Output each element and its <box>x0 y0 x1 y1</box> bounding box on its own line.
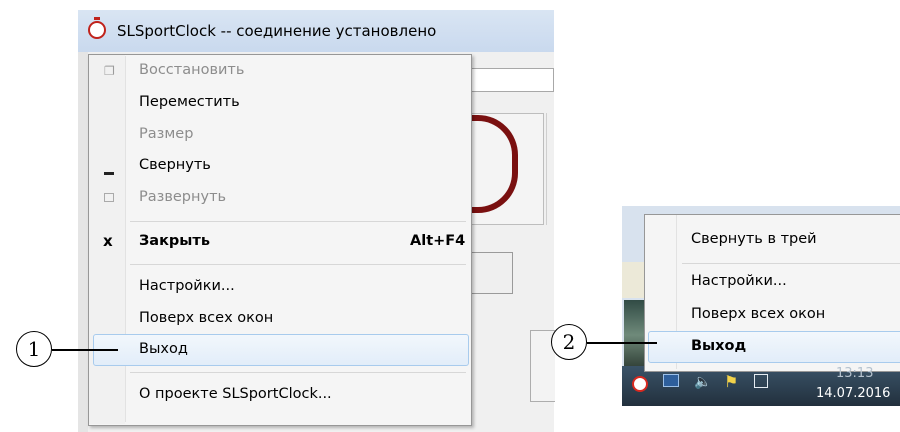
divider <box>546 113 547 225</box>
network-icon[interactable] <box>754 374 768 388</box>
monitor-icon[interactable] <box>663 374 679 387</box>
window-edge <box>78 52 88 432</box>
menu-item-close[interactable]: Закрыть <box>139 233 210 249</box>
menu-separator <box>130 264 466 265</box>
taskbar-time[interactable]: 13:13 <box>836 366 873 381</box>
divider <box>125 56 126 422</box>
menu-separator <box>682 263 900 264</box>
minimize-icon <box>104 172 114 175</box>
callout-line <box>587 342 657 344</box>
speaker-icon[interactable]: 🔈 <box>694 374 711 390</box>
taskbar-date[interactable]: 14.07.2016 <box>816 386 890 401</box>
text-field[interactable] <box>466 68 554 92</box>
stopwatch-icon[interactable] <box>632 376 648 392</box>
tray-item-minimize-to-tray[interactable]: Свернуть в трей <box>691 231 817 247</box>
tray-item-always-on-top[interactable]: Поверх всех окон <box>691 306 825 322</box>
menu-item-move[interactable]: Переместить <box>139 94 240 110</box>
callout-2: 2 <box>551 324 587 360</box>
window-title: SLSportClock -- соединение установлено <box>117 22 437 40</box>
menu-separator <box>130 372 466 373</box>
window-fragment <box>622 262 646 298</box>
callout-line <box>52 349 118 351</box>
menu-item-maximize[interactable]: Развернуть <box>139 189 226 205</box>
menu-separator <box>130 221 466 222</box>
tray-item-exit[interactable]: Выход <box>691 338 746 354</box>
menu-item-size[interactable]: Размер <box>139 126 193 142</box>
window-titlebar[interactable]: SLSportClock -- соединение установлено <box>78 10 554 52</box>
tray-item-settings[interactable]: Настройки... <box>691 273 787 289</box>
menu-item-minimize[interactable]: Свернуть <box>139 157 211 173</box>
window-button[interactable] <box>466 252 513 294</box>
close-icon: x <box>103 232 113 250</box>
maximize-icon <box>104 193 114 202</box>
menu-highlight <box>648 331 900 363</box>
menu-item-close-shortcut: Alt+F4 <box>410 233 466 249</box>
menu-item-about[interactable]: О проекте SLSportClock... <box>139 386 332 402</box>
callout-1: 1 <box>16 331 52 367</box>
restore-icon: ❐ <box>104 64 115 78</box>
flag-warning-icon[interactable]: ⚑ <box>724 372 740 391</box>
stopwatch-icon[interactable] <box>88 17 106 39</box>
menu-item-settings[interactable]: Настройки... <box>139 278 235 294</box>
menu-item-restore[interactable]: Восстановить <box>139 62 244 78</box>
menu-item-always-on-top[interactable]: Поверх всех окон <box>139 310 273 326</box>
menu-item-exit[interactable]: Выход <box>139 341 188 357</box>
